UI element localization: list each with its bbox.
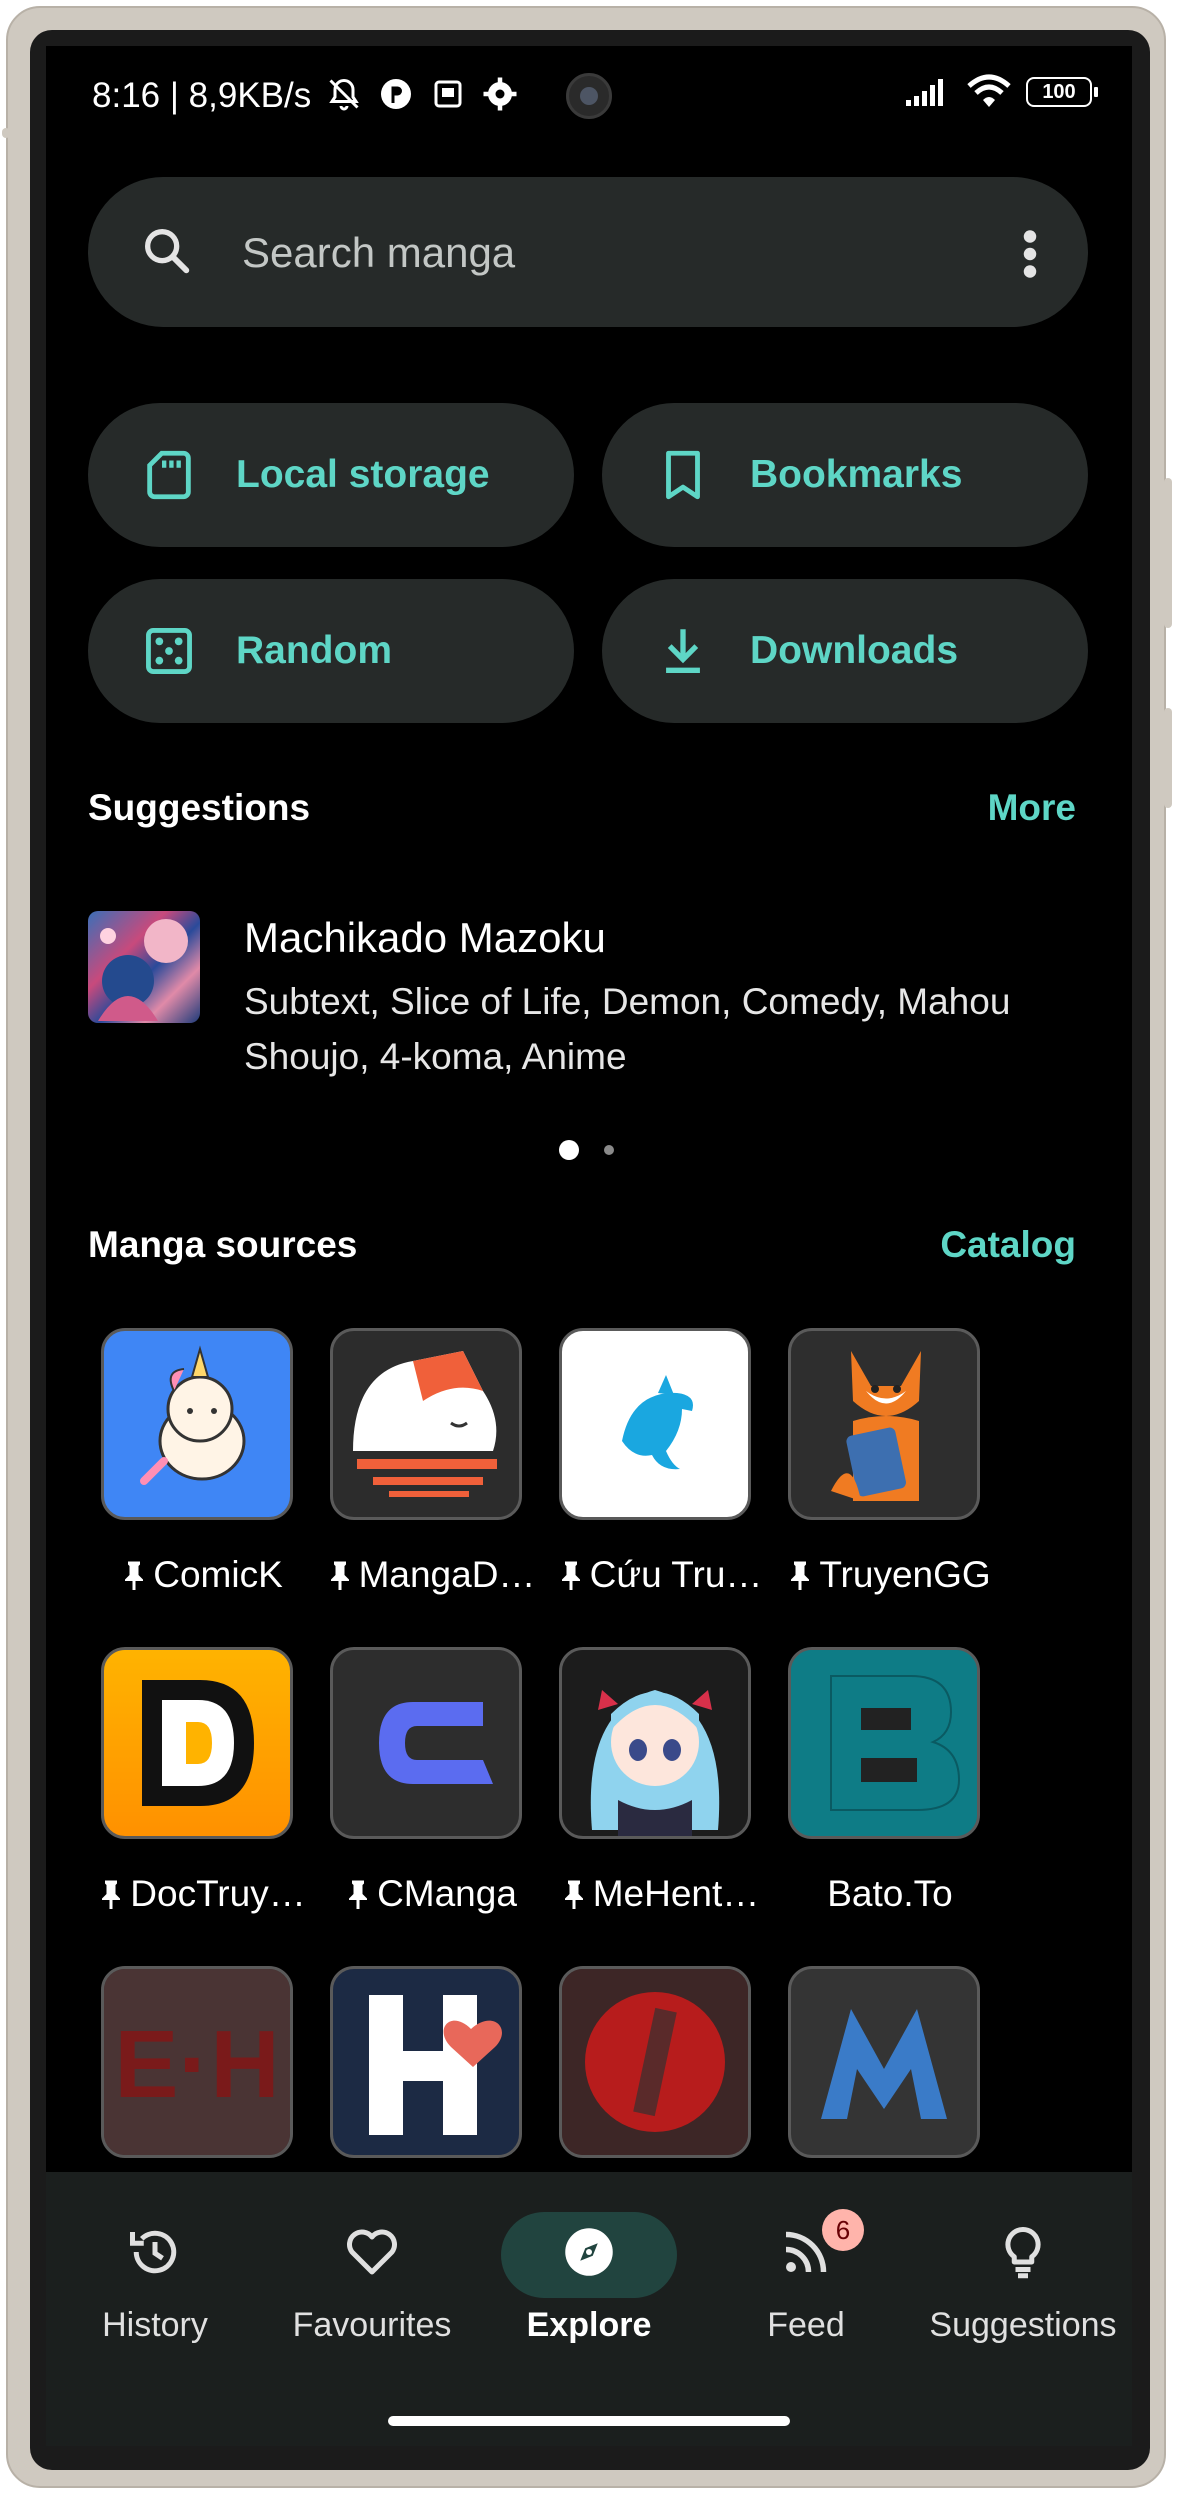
cover-art: [98, 919, 188, 1021]
search-bar[interactable]: Search manga: [88, 177, 1088, 327]
gallery-icon: [434, 80, 462, 108]
app-screen: 8:16 | 8,9KB/s 100 Search manga Local st…: [46, 46, 1132, 2446]
download-icon: [666, 629, 700, 673]
source-logo: [101, 1328, 293, 1520]
source-name: MeHent…: [545, 1873, 777, 1915]
m-logo: [821, 2009, 947, 2119]
source-logo: [788, 1966, 980, 2158]
local-storage-button[interactable]: Local storage: [88, 403, 574, 547]
nav-favourites-label: Favourites: [292, 2306, 452, 2344]
front-camera: [566, 73, 612, 119]
power-button: [1164, 708, 1172, 808]
b-logo: [791, 1650, 977, 1836]
svg-text:E·H: E·H: [114, 2011, 279, 2118]
bell-off-icon: [329, 78, 359, 111]
source-logo: [330, 1647, 522, 1839]
anime-girl-logo: [590, 1690, 720, 1836]
nav-suggestions-label: Suggestions: [929, 2306, 1117, 2344]
source-logo: [788, 1328, 980, 1520]
signal-icon: [906, 79, 943, 106]
nav-favourites[interactable]: Favourites: [263, 2172, 481, 2372]
dolphin-logo: [622, 1375, 693, 1470]
feed-badge: 6: [822, 2209, 864, 2251]
bottom-navigation: History Favourites Explore 6 Feed Sugges…: [46, 2172, 1132, 2446]
status-notification-icons: [326, 76, 518, 112]
search-icon: [145, 229, 190, 274]
random-button[interactable]: Random: [88, 579, 574, 723]
downloads-label: Downloads: [750, 629, 959, 672]
bookmarks-button[interactable]: Bookmarks: [602, 403, 1088, 547]
source-logo: [788, 1647, 980, 1839]
catalog-link[interactable]: Catalog: [940, 1224, 1076, 1266]
nav-feed-label: Feed: [767, 2306, 845, 2344]
downloads-button[interactable]: Downloads: [602, 579, 1088, 723]
wifi-icon: [967, 74, 1011, 107]
red-circle-logo: [562, 1969, 748, 2155]
source-name: Bato.To: [827, 1873, 953, 1914]
status-time: 8:16 | 8,9KB/s: [92, 76, 312, 115]
settings-gear-icon: [483, 77, 517, 111]
source-logo: [101, 1647, 293, 1839]
h-heart-logo: [369, 1995, 502, 2135]
status-system-icons: 100: [904, 74, 1098, 110]
fox-logo: [831, 1351, 921, 1501]
source-name: ComicK: [87, 1554, 319, 1596]
status-bar: 8:16 | 8,9KB/s 100: [46, 46, 1132, 146]
pager-dot-active: [559, 1140, 579, 1160]
source-name: Cứu Tru…: [545, 1554, 777, 1596]
gesture-home-bar[interactable]: [388, 2416, 790, 2426]
source-name: DocTruy…: [87, 1873, 319, 1915]
nav-history-label: History: [102, 2306, 208, 2344]
lightbulb-icon: [1005, 2226, 1041, 2279]
more-link[interactable]: More: [988, 787, 1076, 829]
pin-icon: [125, 1561, 144, 1590]
overflow-menu-icon[interactable]: [1020, 229, 1040, 279]
suggestion-cover: [88, 911, 200, 1023]
compass-icon: [565, 2228, 613, 2276]
nav-feed[interactable]: 6 Feed: [697, 2172, 915, 2372]
source-logo: [330, 1328, 522, 1520]
source-name: MangaD…: [316, 1554, 548, 1596]
pin-icon: [564, 1880, 583, 1909]
source-logo: E·H: [101, 1966, 293, 2158]
search-placeholder: Search manga: [242, 229, 516, 276]
heart-icon: [347, 2229, 397, 2275]
source-logo: [559, 1966, 751, 2158]
battery-indicator: 100: [1026, 77, 1098, 107]
random-label: Random: [236, 629, 392, 672]
source-name: CManga: [316, 1873, 548, 1915]
c-logo: [379, 1702, 493, 1784]
source-logo: [559, 1647, 751, 1839]
nav-history[interactable]: History: [46, 2172, 264, 2372]
source-logo: [330, 1966, 522, 2158]
source-name: TruyenGG: [774, 1554, 1006, 1596]
frame-notch: [2, 128, 10, 138]
bookmarks-label: Bookmarks: [750, 453, 963, 496]
sd-card-icon: [147, 450, 191, 500]
pin-icon: [102, 1880, 121, 1909]
manga-sources-title: Manga sources: [88, 1224, 358, 1265]
volume-button: [1164, 478, 1172, 628]
pager-dot: [604, 1145, 614, 1155]
source-logo: [559, 1328, 751, 1520]
nav-suggestions[interactable]: Suggestions: [914, 2172, 1132, 2372]
local-storage-label: Local storage: [236, 453, 490, 496]
eh-logo: E·H: [104, 1969, 290, 2155]
app-status-icon: [381, 79, 411, 109]
suggestion-title: Machikado Mazoku: [244, 914, 606, 961]
suggestions-title: Suggestions: [88, 787, 311, 828]
suggestion-tags: Subtext, Slice of Life, Demon, Comedy, M…: [244, 981, 1011, 1077]
cat-logo: [353, 1351, 497, 1497]
bookmark-icon: [666, 450, 700, 500]
pin-icon: [330, 1561, 349, 1590]
pin-icon: [561, 1561, 580, 1590]
pin-icon: [791, 1561, 810, 1590]
nav-explore[interactable]: Explore: [480, 2172, 698, 2372]
nav-explore-label: Explore: [526, 2306, 652, 2344]
d-logo: [142, 1680, 254, 1806]
unicorn-logo: [140, 1345, 246, 1485]
pin-icon: [349, 1880, 368, 1909]
history-icon: [130, 2230, 177, 2274]
dice-icon: [146, 628, 192, 674]
